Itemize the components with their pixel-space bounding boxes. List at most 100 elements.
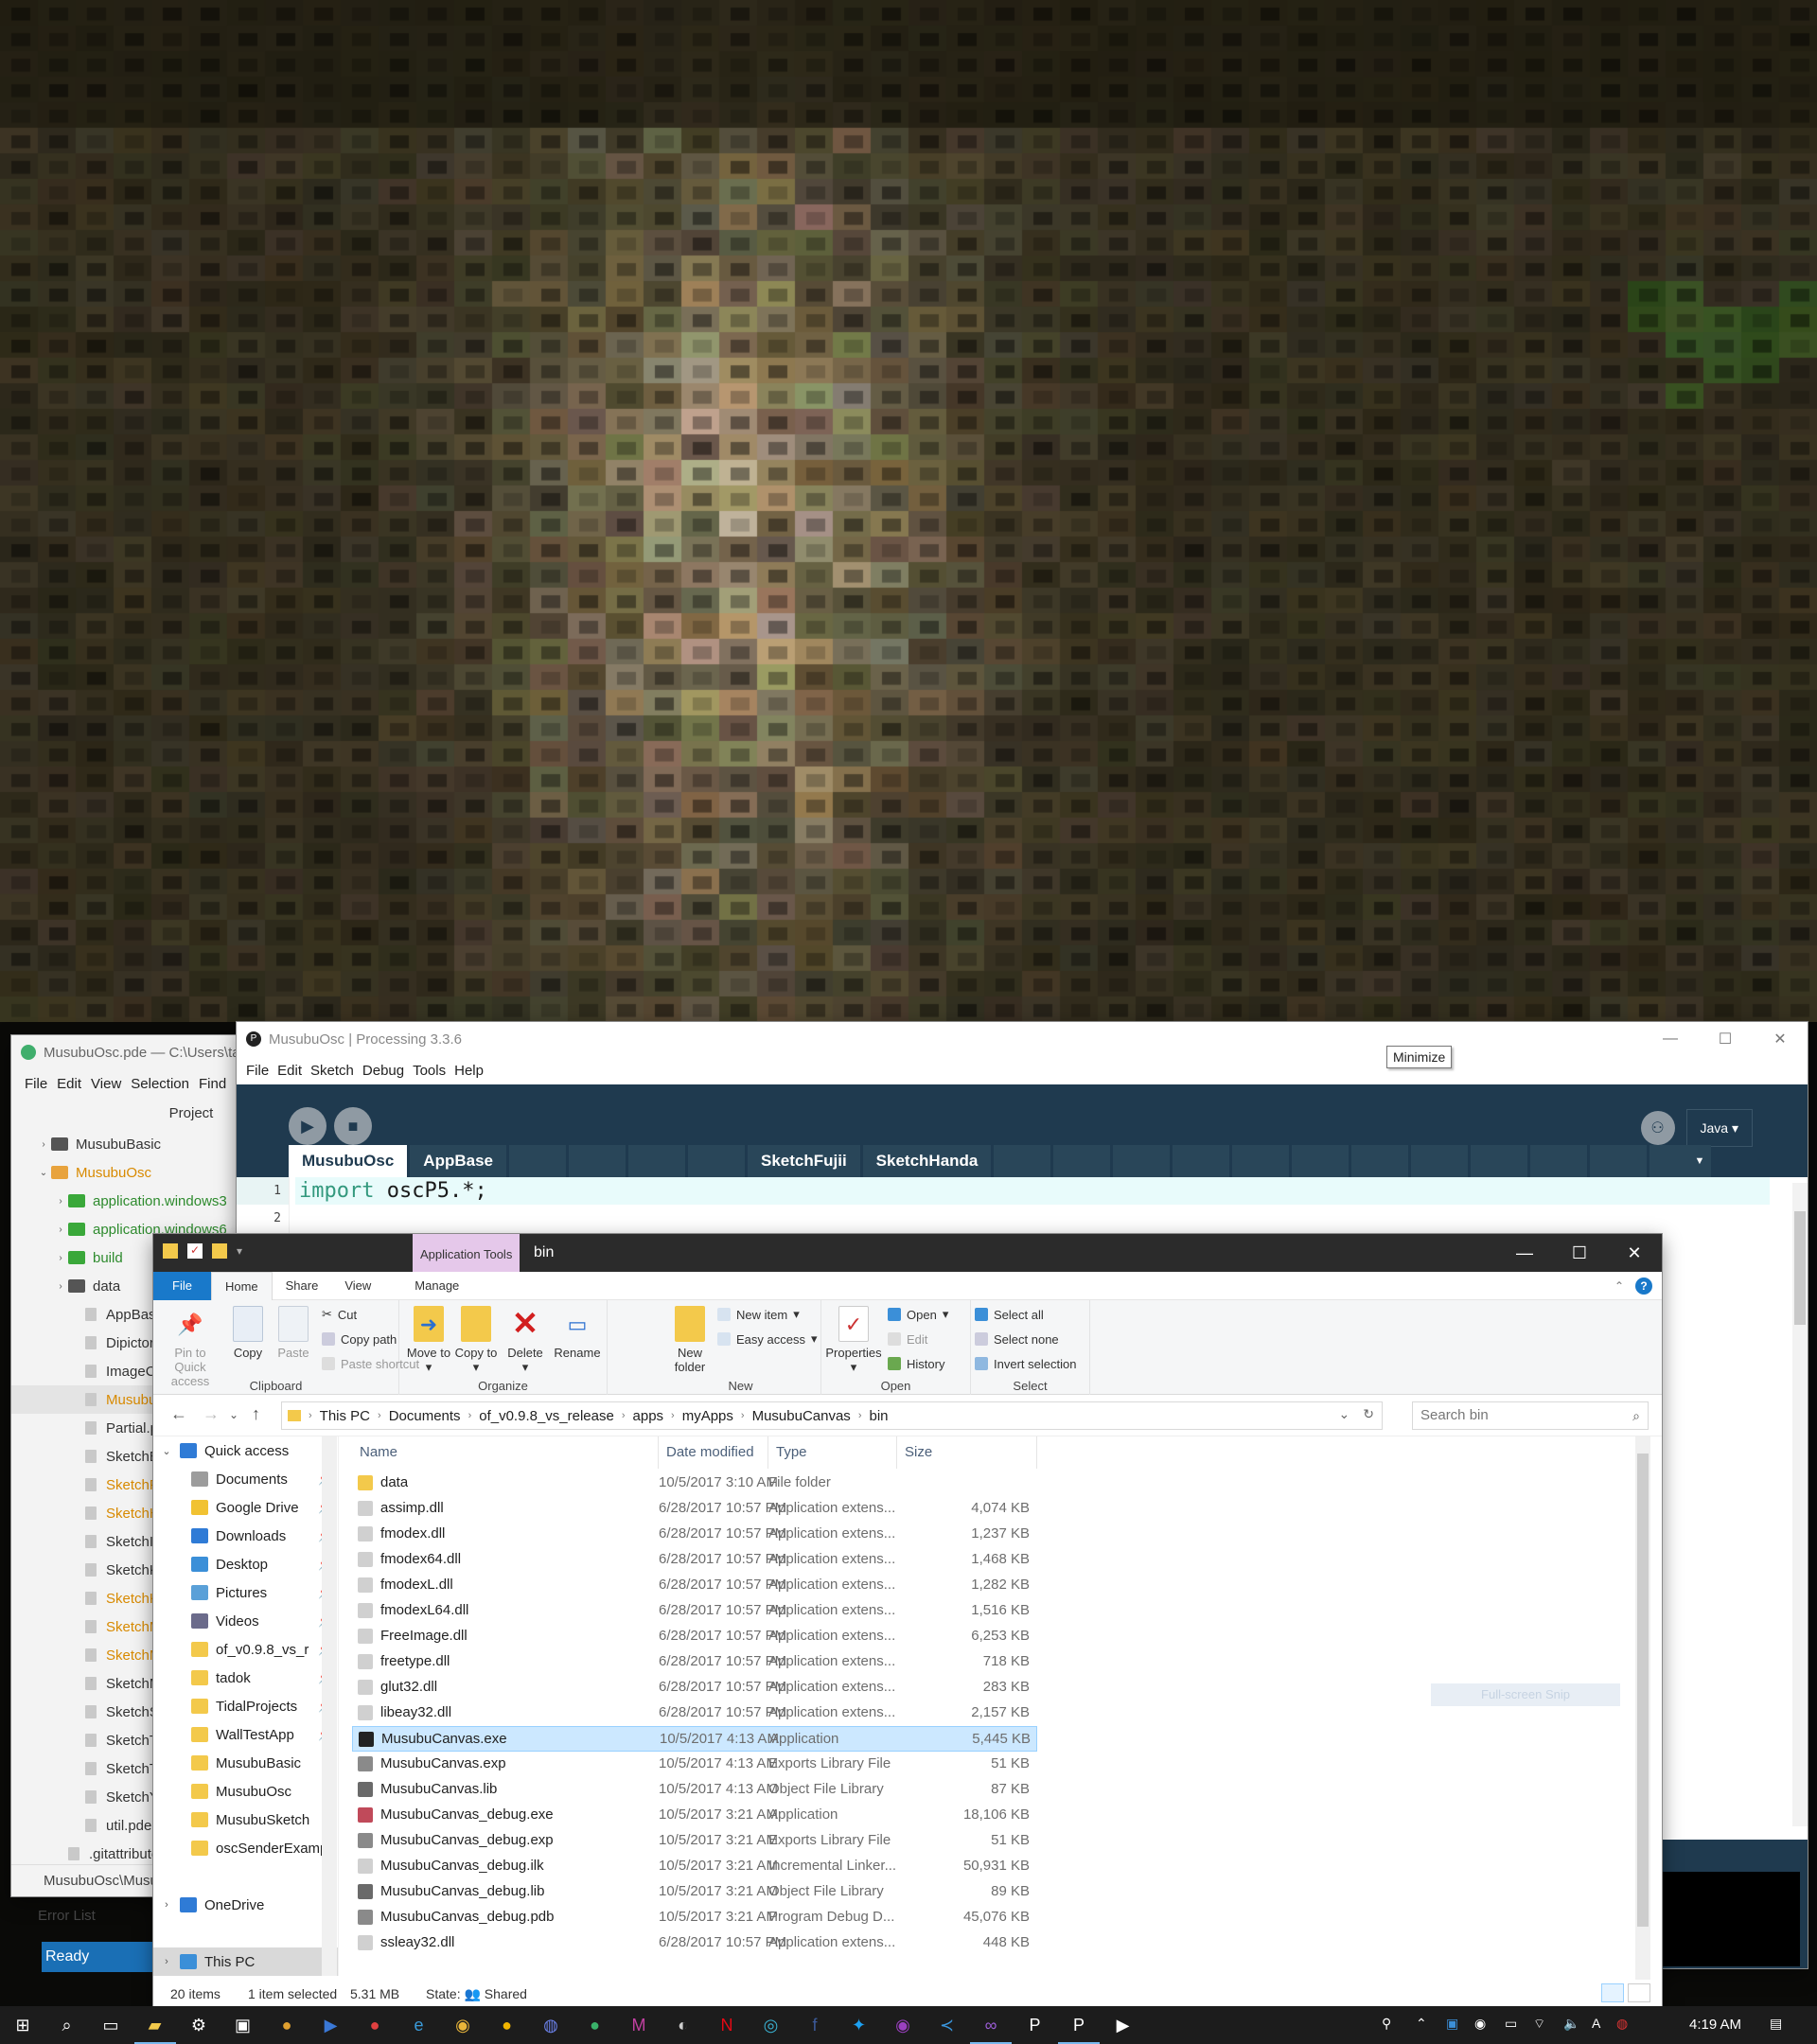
file-row[interactable]: MusubuCanvas.lib 10/5/2017 4:13 AM Object … [352,1777,1037,1803]
select-none-button[interactable]: Select none [975,1329,1059,1349]
input-method-icon[interactable]: A [1592,2016,1600,2031]
up-button[interactable]: ↑ [252,1404,260,1424]
processing-titlebar[interactable]: P MusubuOsc | Processing 3.3.6 — ☐ ✕ [237,1022,1808,1056]
sketch-tab[interactable] [1471,1145,1528,1177]
menu-help[interactable]: Help [454,1063,484,1079]
sketch-tab[interactable] [1411,1145,1469,1177]
column-date[interactable]: Date modified [659,1436,768,1469]
help-icon[interactable]: ? [1635,1278,1652,1295]
app-red-icon[interactable]: ● [362,2012,388,2038]
powershell-icon[interactable]: ▶ [318,2012,344,2038]
address-dropdown-icon[interactable]: ⌄ [1339,1406,1350,1422]
minimize-button[interactable]: — [1643,1022,1698,1056]
chevron-icon[interactable]: › [53,1281,68,1292]
copy-to-button[interactable]: Copy to ▾ [452,1306,500,1374]
breadcrumb-bin[interactable]: bin [863,1408,893,1424]
file-row[interactable]: glut32.dll 6/28/2017 10:57 PM Application … [352,1675,1037,1700]
sketch-tab[interactable]: SketchHanda [862,1145,992,1177]
search-input[interactable]: Search bin ⌕ [1412,1401,1649,1430]
refresh-icon[interactable]: ↻ [1363,1406,1374,1422]
nav-item[interactable]: oscSenderExamp [153,1834,338,1862]
tab-home[interactable]: Home [210,1271,273,1300]
wifi-icon[interactable]: ⌔ [1533,2016,1545,2033]
new-folder-qat-icon[interactable] [212,1243,227,1259]
chrome-icon[interactable]: ◉ [450,2012,476,2038]
clock[interactable]: 4:19 AM [1689,2017,1741,2033]
nav-item[interactable]: Google Drive📌 [153,1493,338,1522]
menu-file[interactable]: File [25,1076,47,1092]
nav-item[interactable]: Desktop📌 [153,1550,338,1578]
debugger-button[interactable]: ⚇ [1640,1111,1675,1145]
file-row[interactable]: ssleay32.dll 6/28/2017 10:57 PM Applicatio… [352,1930,1037,1956]
minimize-button[interactable]: — [1497,1234,1552,1272]
column-name[interactable]: Name [352,1436,659,1469]
file-row[interactable]: libeay32.dll 6/28/2017 10:57 PM Applicatio… [352,1700,1037,1726]
details-view-button[interactable] [1601,1983,1624,2002]
paint-icon[interactable]: ● [273,2012,300,2038]
task-view-icon[interactable]: ▭ [97,2012,124,2038]
file-row[interactable]: FreeImage.dll 6/28/2017 10:57 PM Applicati… [352,1624,1037,1649]
sketch-tab[interactable] [1113,1145,1171,1177]
app-green-icon[interactable]: ● [582,2012,609,2038]
sketch-tab[interactable] [1351,1145,1409,1177]
menu-view[interactable]: View [91,1076,121,1092]
sketch-tab[interactable] [627,1145,685,1177]
forward-button[interactable]: → [203,1404,220,1424]
select-all-button[interactable]: Select all [975,1304,1044,1325]
sketch-tab[interactable] [1053,1145,1111,1177]
breadcrumb-of-release[interactable]: of_v0.9.8_vs_release [473,1408,620,1424]
app-cyan-icon[interactable]: ◎ [758,2012,785,2038]
maximize-button[interactable]: ☐ [1698,1022,1753,1056]
editor-scrollbar[interactable] [1792,1183,1808,1826]
visual-studio-icon[interactable]: ∞ [970,2012,1012,2044]
file-row[interactable]: fmodexL64.dll 6/28/2017 10:57 PM Applicati… [352,1598,1037,1624]
back-button[interactable]: ← [170,1404,187,1424]
stop-button[interactable]: ■ [334,1107,372,1145]
file-row[interactable]: MusubuCanvas.exe 10/5/2017 4:13 AM Applica… [352,1726,1037,1752]
menu-edit[interactable]: Edit [57,1076,81,1092]
breadcrumb-musubucanvas[interactable]: MusubuCanvas [747,1408,856,1424]
nav-scrollbar[interactable] [322,1436,337,1976]
sketch-tab[interactable] [508,1145,566,1177]
chevron-icon[interactable]: › [36,1139,51,1150]
nav-item[interactable]: MusubuBasic [153,1749,338,1777]
settings-icon[interactable]: ⚙ [185,2012,212,2038]
nav-item[interactable]: ⌄ Quick access [153,1436,338,1465]
processing-sketch-icon[interactable]: P [1058,2012,1100,2044]
explorer-titlebar[interactable]: ✓ ▾ Application Tools bin — ☐ ✕ [153,1234,1662,1272]
menu-selection[interactable]: Selection [131,1076,189,1092]
copy-button[interactable]: Copy [227,1306,269,1360]
delete-button[interactable]: ✕ Delete ▾ [502,1306,549,1375]
tab-file[interactable]: File [153,1271,211,1300]
file-explorer-window[interactable]: ✓ ▾ Application Tools bin — ☐ ✕ File Hom… [153,1234,1662,2010]
mode-selector[interactable]: Java ▾ [1685,1109,1753,1147]
nav-item[interactable]: WallTestApp📌 [153,1720,338,1749]
tray-overflow-icon[interactable]: ⌃ [1416,2016,1427,2032]
nav-item[interactable]: Documents📌 [153,1465,338,1493]
file-row[interactable]: MusubuCanvas.exp 10/5/2017 4:13 AM Exports… [352,1752,1037,1777]
qat-dropdown-icon[interactable]: ▾ [237,1244,242,1258]
processing-icon[interactable]: P [1022,2012,1049,2038]
column-size[interactable]: Size [897,1436,1037,1469]
list-scrollbar[interactable] [1635,1436,1650,1980]
edit-button[interactable]: Edit [888,1329,927,1349]
close-button[interactable]: ✕ [1607,1234,1662,1272]
sketch-tab[interactable]: MusubuOsc [289,1145,408,1177]
recent-locations-button[interactable]: ⌄ [229,1408,238,1421]
app-violet-icon[interactable]: ◉ [890,2012,916,2038]
volume-icon[interactable]: 🔈 [1563,2016,1579,2032]
nav-item[interactable]: › OneDrive [153,1891,338,1919]
breadcrumb-documents[interactable]: Documents [383,1408,467,1424]
file-row[interactable]: freetype.dll 6/28/2017 10:57 PM Applicatio… [352,1649,1037,1675]
properties-button[interactable]: ✓ Properties ▾ [823,1306,884,1374]
file-row[interactable]: assimp.dll 6/28/2017 10:57 PM Application … [352,1496,1037,1522]
code-line[interactable]: import oscP5.*; [295,1177,1770,1205]
cut-button[interactable]: ✂ Cut [322,1304,357,1325]
nav-item[interactable]: tadok📌 [153,1664,338,1692]
file-row[interactable]: fmodexL.dll 6/28/2017 10:57 PM Application… [352,1573,1037,1598]
facebook-icon[interactable]: f [802,2012,828,2038]
large-icons-view-button[interactable] [1628,1983,1650,2002]
sketch-tab[interactable] [1232,1145,1290,1177]
chevron-icon[interactable]: › [53,1225,68,1235]
action-center-icon[interactable]: ▤ [1770,2016,1782,2032]
